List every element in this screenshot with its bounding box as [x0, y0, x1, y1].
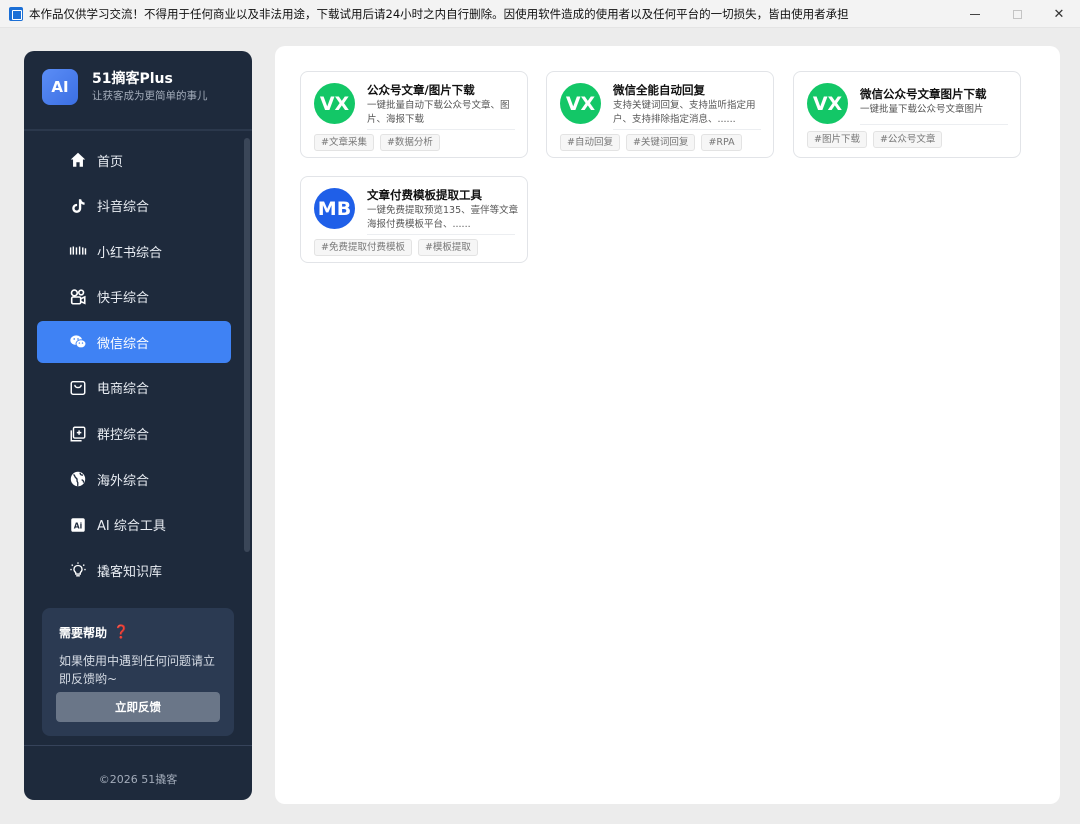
card-title: 文章付费模板提取工具 — [367, 188, 482, 202]
sidebar-item-wechat[interactable]: 微信综合 — [37, 321, 231, 364]
sidebar-item-label: 群控综合 — [97, 428, 150, 444]
sidebar-item-label: 电商综合 — [97, 382, 150, 398]
card-title: 微信全能自动回复 — [613, 83, 705, 97]
ai-icon: Ai — [69, 516, 87, 534]
minimize-icon — [970, 13, 980, 15]
main-panel: VX 公众号文章/图片下载 一键批量自动下载公众号文章、图片、海报下载 #文章采… — [275, 46, 1060, 804]
brand: AI 51摘客Plus 让获客成为更简单的事儿 — [42, 69, 208, 105]
tag: #文章采集 — [314, 134, 374, 151]
card-divider — [860, 124, 1008, 125]
globe-icon — [69, 470, 87, 488]
sidebar-item-label: AI 综合工具 — [97, 519, 166, 535]
card-divider — [367, 129, 515, 130]
card-divider — [613, 129, 761, 130]
app-icon — [9, 6, 23, 21]
sidebar-item-label: 小红书综合 — [97, 245, 163, 261]
help-card: 需要帮助 ❓ 如果使用中遇到任何问题请立即反馈哟~ 立即反馈 — [42, 608, 234, 736]
tag: #公众号文章 — [872, 131, 943, 148]
tag: #图片下载 — [807, 131, 867, 148]
group-control-icon — [69, 425, 87, 443]
svg-text:Ai: Ai — [74, 521, 83, 530]
card-title: 公众号文章/图片下载 — [367, 83, 475, 97]
sidebar-item-overseas[interactable]: 海外综合 — [37, 458, 231, 500]
sidebar-item-ecommerce[interactable]: 电商综合 — [37, 367, 231, 409]
sidebar-item-label: 快手综合 — [97, 291, 150, 307]
brand-logo: AI — [42, 69, 78, 105]
tool-card-template-extract[interactable]: MB 文章付费模板提取工具 一键免费提取预览135、壹伴等文章海报付费模板平台、… — [300, 176, 528, 263]
tool-card-article-download[interactable]: VX 公众号文章/图片下载 一键批量自动下载公众号文章、图片、海报下载 #文章采… — [300, 71, 528, 158]
help-title-text: 需要帮助 — [59, 626, 108, 640]
sidebar-item-label: 撬客知识库 — [97, 564, 163, 580]
card-tags: #文章采集 #数据分析 — [314, 134, 446, 151]
maximize-icon — [1012, 9, 1022, 19]
title-bar: 本作品仅供学习交流！不得用于任何商业以及非法用途，下载试用后请24小时之内自行删… — [0, 0, 1080, 28]
sidebar-item-xiaohongshu[interactable]: 小红书综合 — [37, 230, 231, 272]
feedback-button[interactable]: 立即反馈 — [56, 692, 220, 722]
mb-avatar-icon: MB — [314, 188, 355, 229]
close-button[interactable]: ✕ — [1038, 0, 1080, 28]
sidebar-nav: 首页 抖音综合 小红书综合 快手综合 微信综合 电商综合 群控综合 海外综合 A… — [37, 139, 231, 595]
copyright: ©2026 51撬客 — [98, 773, 178, 786]
sidebar-item-label: 海外综合 — [97, 473, 150, 489]
sidebar-item-ai-tools[interactable]: Ai AI 综合工具 — [37, 504, 231, 546]
sidebar-divider — [24, 129, 252, 131]
question-icon: ❓ — [113, 625, 130, 640]
wechat-icon — [69, 333, 87, 351]
home-icon — [69, 151, 87, 169]
tag: #模板提取 — [417, 239, 478, 256]
card-tags: #自动回复 #关键词回复 #RPA — [560, 134, 748, 151]
brand-name: 51摘客Plus — [92, 71, 173, 87]
vx-avatar-icon: VX — [314, 83, 355, 124]
maximize-button[interactable] — [996, 0, 1038, 28]
kuaishou-icon — [69, 288, 87, 306]
vx-avatar-icon: VX — [807, 83, 848, 124]
brand-slogan: 让获客成为更简单的事儿 — [92, 90, 208, 102]
window-controls: ✕ — [954, 0, 1080, 28]
card-tags: #图片下载 #公众号文章 — [807, 131, 948, 148]
minimize-button[interactable] — [954, 0, 996, 28]
shopping-bag-icon — [69, 379, 87, 397]
sidebar-item-label: 微信综合 — [97, 336, 150, 352]
card-divider — [367, 234, 515, 235]
tag: #RPA — [701, 134, 742, 151]
help-text: 如果使用中遇到任何问题请立即反馈哟~ — [59, 654, 216, 686]
sidebar-item-douyin[interactable]: 抖音综合 — [37, 185, 231, 227]
close-icon: ✕ — [1053, 6, 1065, 22]
help-title: 需要帮助 ❓ — [59, 624, 129, 641]
tag: #自动回复 — [560, 134, 620, 151]
window-title: 本作品仅供学习交流！不得用于任何商业以及非法用途，下载试用后请24小时之内自行删… — [29, 6, 849, 21]
card-desc: 一键批量自动下载公众号文章、图片、海报下载 — [367, 100, 510, 125]
xiaohongshu-icon — [69, 242, 87, 260]
tag: #免费提取付费模板 — [314, 239, 412, 256]
card-title: 微信公众号文章图片下载 — [860, 87, 987, 101]
tool-card-image-download[interactable]: VX 微信公众号文章图片下载 一键批量下载公众号文章图片 #图片下载 #公众号文… — [793, 71, 1021, 158]
sidebar: AI 51摘客Plus 让获客成为更简单的事儿 首页 抖音综合 小红书综合 快手… — [24, 51, 252, 800]
sidebar-scrollbar[interactable] — [244, 138, 250, 552]
sidebar-item-label: 抖音综合 — [97, 200, 150, 216]
sidebar-item-home[interactable]: 首页 — [37, 139, 231, 181]
tag: #数据分析 — [379, 134, 440, 151]
card-desc: 支持关键词回复、支持监听指定用户、支持排除指定消息、...... — [613, 100, 756, 125]
sidebar-item-label: 首页 — [97, 154, 124, 170]
card-desc: 一键批量下载公众号文章图片 — [860, 104, 984, 115]
card-desc: 一键免费提取预览135、壹伴等文章海报付费模板平台、...... — [367, 205, 519, 230]
vx-avatar-icon: VX — [560, 83, 601, 124]
card-tags: #免费提取付费模板 #模板提取 — [314, 239, 484, 256]
sidebar-item-kuaishou[interactable]: 快手综合 — [37, 276, 231, 318]
tool-card-auto-reply[interactable]: VX 微信全能自动回复 支持关键词回复、支持监听指定用户、支持排除指定消息、..… — [546, 71, 774, 158]
lightbulb-icon — [69, 561, 87, 579]
tag: #关键词回复 — [625, 134, 696, 151]
sidebar-item-group-control[interactable]: 群控综合 — [37, 413, 231, 455]
footer-divider — [24, 745, 252, 746]
tiktok-icon — [69, 197, 87, 215]
sidebar-item-knowledge-base[interactable]: 撬客知识库 — [37, 549, 231, 591]
